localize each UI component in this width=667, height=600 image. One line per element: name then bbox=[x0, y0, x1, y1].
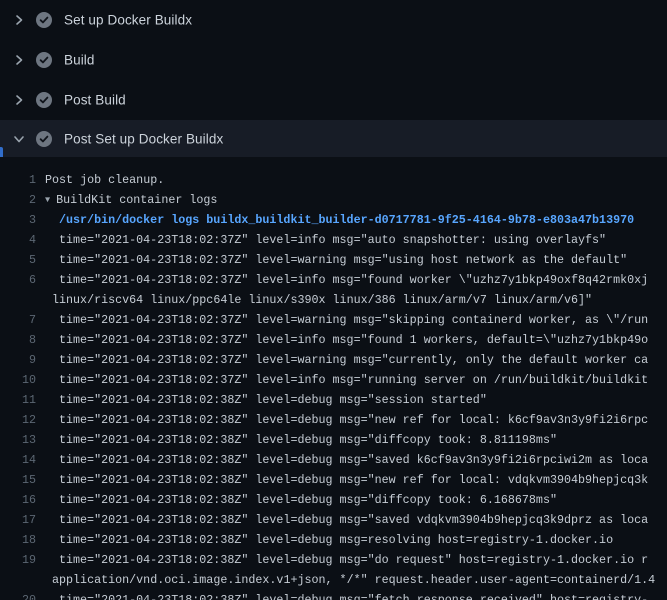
log-line-text: time="2021-04-23T18:02:37Z" level=info m… bbox=[36, 270, 648, 290]
log-line: 11 time="2021-04-23T18:02:38Z" level=deb… bbox=[0, 390, 667, 410]
log-line-text: time="2021-04-23T18:02:37Z" level=warnin… bbox=[36, 350, 648, 370]
log-line-number[interactable]: 8 bbox=[0, 330, 36, 350]
log-line-text: time="2021-04-23T18:02:38Z" level=debug … bbox=[36, 590, 648, 600]
log-line-number[interactable]: 17 bbox=[0, 510, 36, 530]
log-line: 17 time="2021-04-23T18:02:38Z" level=deb… bbox=[0, 510, 667, 530]
log-line: 12 time="2021-04-23T18:02:38Z" level=deb… bbox=[0, 410, 667, 430]
step-row[interactable]: Post Set up Docker Buildx bbox=[0, 120, 667, 157]
log-line: 14 time="2021-04-23T18:02:38Z" level=deb… bbox=[0, 450, 667, 470]
log-line-text: Post job cleanup. bbox=[36, 170, 164, 190]
log-line-text: time="2021-04-23T18:02:38Z" level=debug … bbox=[36, 530, 613, 550]
log-line-text: time="2021-04-23T18:02:38Z" level=debug … bbox=[36, 410, 648, 430]
check-circle-icon bbox=[36, 92, 52, 108]
log-line: linux/riscv64 linux/ppc64le linux/s390x … bbox=[0, 290, 667, 310]
log-line: 16 time="2021-04-23T18:02:38Z" level=deb… bbox=[0, 490, 667, 510]
log-line: 18 time="2021-04-23T18:02:38Z" level=deb… bbox=[0, 530, 667, 550]
step-list: Set up Docker Buildx Build Post Build bbox=[0, 0, 667, 157]
chevron-down-icon bbox=[13, 133, 25, 145]
log-line-number[interactable]: 18 bbox=[0, 530, 36, 550]
log-line-number[interactable] bbox=[0, 290, 36, 310]
check-circle-icon bbox=[36, 131, 52, 147]
log-line-text: time="2021-04-23T18:02:38Z" level=debug … bbox=[36, 550, 648, 570]
log-line-number[interactable]: 5 bbox=[0, 250, 36, 270]
step-label: Set up Docker Buildx bbox=[64, 13, 192, 28]
log-line-text: time="2021-04-23T18:02:37Z" level=info m… bbox=[36, 330, 648, 350]
log-line: 1 Post job cleanup. bbox=[0, 170, 667, 190]
log-line-text: time="2021-04-23T18:02:37Z" level=info m… bbox=[36, 230, 606, 250]
step-label: Build bbox=[64, 53, 95, 68]
log-line: application/vnd.oci.image.index.v1+json,… bbox=[0, 570, 667, 590]
group-collapse-triangle-icon[interactable]: ▼ bbox=[45, 190, 56, 210]
log-line: 8 time="2021-04-23T18:02:37Z" level=info… bbox=[0, 330, 667, 350]
log-line-number[interactable]: 11 bbox=[0, 390, 36, 410]
log-line: 13 time="2021-04-23T18:02:38Z" level=deb… bbox=[0, 430, 667, 450]
log-line-text: time="2021-04-23T18:02:38Z" level=debug … bbox=[36, 470, 648, 490]
log-line: 10 time="2021-04-23T18:02:37Z" level=inf… bbox=[0, 370, 667, 390]
step-label: Post Build bbox=[64, 93, 126, 108]
log-line-text: time="2021-04-23T18:02:38Z" level=debug … bbox=[36, 390, 487, 410]
log-line-number[interactable]: 9 bbox=[0, 350, 36, 370]
log-line-number[interactable]: 15 bbox=[0, 470, 36, 490]
log-line: 9 time="2021-04-23T18:02:37Z" level=warn… bbox=[0, 350, 667, 370]
log-line-number[interactable]: 7 bbox=[0, 310, 36, 330]
log-line: 15 time="2021-04-23T18:02:38Z" level=deb… bbox=[0, 470, 667, 490]
chevron-right-icon bbox=[13, 94, 25, 106]
actions-log-viewer: Set up Docker Buildx Build Post Build bbox=[0, 0, 667, 600]
log-line: 20 time="2021-04-23T18:02:38Z" level=deb… bbox=[0, 590, 667, 600]
check-circle-icon bbox=[36, 12, 52, 28]
step-row[interactable]: Build bbox=[0, 40, 667, 80]
log-line-number[interactable]: 12 bbox=[0, 410, 36, 430]
check-circle-icon bbox=[36, 52, 52, 68]
log-line-text: time="2021-04-23T18:02:38Z" level=debug … bbox=[36, 490, 557, 510]
log-line: 2 ▼BuildKit container logs bbox=[0, 190, 667, 210]
log-output: 1 Post job cleanup. 2 ▼BuildKit containe… bbox=[0, 157, 667, 600]
log-line-text: time="2021-04-23T18:02:38Z" level=debug … bbox=[36, 510, 648, 530]
log-line-number[interactable]: 14 bbox=[0, 450, 36, 470]
step-row[interactable]: Set up Docker Buildx bbox=[0, 0, 667, 40]
log-line-text: time="2021-04-23T18:02:37Z" level=warnin… bbox=[36, 250, 627, 270]
log-line-number[interactable]: 2 bbox=[0, 190, 36, 210]
chevron-right-icon bbox=[13, 14, 25, 26]
log-line: 6 time="2021-04-23T18:02:37Z" level=info… bbox=[0, 270, 667, 290]
log-line: 4 time="2021-04-23T18:02:37Z" level=info… bbox=[0, 230, 667, 250]
log-line-number[interactable]: 10 bbox=[0, 370, 36, 390]
step-label: Post Set up Docker Buildx bbox=[64, 131, 223, 146]
log-line-number[interactable]: 20 bbox=[0, 590, 36, 600]
log-line-text[interactable]: ▼BuildKit container logs bbox=[36, 190, 217, 210]
log-line-text: time="2021-04-23T18:02:37Z" level=info m… bbox=[36, 370, 648, 390]
chevron-right-icon bbox=[13, 54, 25, 66]
log-line-text: time="2021-04-23T18:02:38Z" level=debug … bbox=[36, 430, 557, 450]
log-line-text: linux/riscv64 linux/ppc64le linux/s390x … bbox=[36, 290, 592, 310]
log-line-text: application/vnd.oci.image.index.v1+json,… bbox=[36, 570, 655, 590]
log-line-number[interactable]: 13 bbox=[0, 430, 36, 450]
log-line-text: time="2021-04-23T18:02:38Z" level=debug … bbox=[36, 450, 648, 470]
log-line: 19 time="2021-04-23T18:02:38Z" level=deb… bbox=[0, 550, 667, 570]
log-line: 3 /usr/bin/docker logs buildx_buildkit_b… bbox=[0, 210, 667, 230]
log-line-number[interactable]: 1 bbox=[0, 170, 36, 190]
log-line-number[interactable]: 4 bbox=[0, 230, 36, 250]
log-line: 7 time="2021-04-23T18:02:37Z" level=warn… bbox=[0, 310, 667, 330]
log-line-text: time="2021-04-23T18:02:37Z" level=warnin… bbox=[36, 310, 648, 330]
step-row[interactable]: Post Build bbox=[0, 80, 667, 120]
log-line-text: /usr/bin/docker logs buildx_buildkit_bui… bbox=[36, 210, 634, 230]
log-line-number[interactable]: 19 bbox=[0, 550, 36, 570]
log-line-number[interactable]: 16 bbox=[0, 490, 36, 510]
log-line-number[interactable] bbox=[0, 570, 36, 590]
log-line-number[interactable]: 3 bbox=[0, 210, 36, 230]
log-line-number[interactable]: 6 bbox=[0, 270, 36, 290]
log-line: 5 time="2021-04-23T18:02:37Z" level=warn… bbox=[0, 250, 667, 270]
